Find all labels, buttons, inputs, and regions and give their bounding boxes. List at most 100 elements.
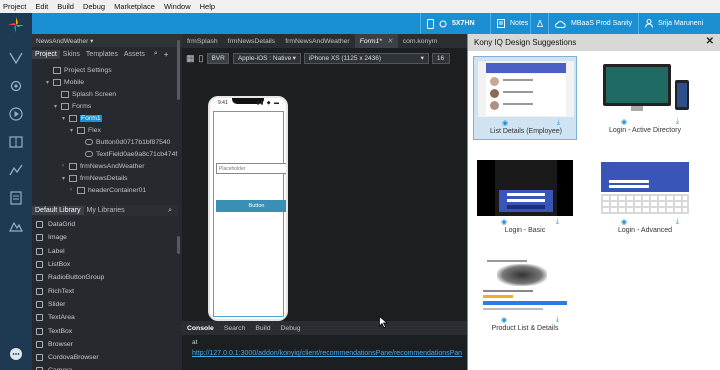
chat-icon[interactable]: [9, 347, 23, 361]
notes-button[interactable]: Notes: [490, 13, 530, 34]
tree-caret-icon[interactable]: ▾: [70, 127, 77, 134]
tree-caret-icon[interactable]: ▾: [62, 115, 69, 122]
tab-skins[interactable]: Skins: [60, 50, 83, 59]
close-tab-icon[interactable]: ✕: [387, 37, 393, 45]
console-link[interactable]: http://127.0.0.1:3000/addon/konyiq/clien…: [192, 350, 462, 357]
canvas-textfield[interactable]: Placeholder: [216, 163, 286, 174]
tab-search[interactable]: Search: [219, 325, 251, 332]
library-widget-item[interactable]: TextBox: [32, 324, 176, 337]
project-selector[interactable]: NewsAndWeather ▾: [32, 34, 182, 47]
tree-caret-icon[interactable]: ▾: [62, 175, 69, 182]
analytics-icon[interactable]: [9, 163, 23, 177]
preview-eye-icon[interactable]: ◉: [502, 119, 508, 127]
zoom-select[interactable]: 16: [431, 52, 450, 64]
device-connect-button[interactable]: 5X7HN: [420, 13, 490, 34]
tab-assets[interactable]: Assets: [121, 50, 148, 59]
tree-item[interactable]: Splash Screen: [32, 88, 178, 100]
tree-item[interactable]: ▾ Forms: [32, 100, 178, 112]
canvas-button[interactable]: Button: [216, 200, 286, 212]
environment-selector[interactable]: MBaaS Prod Sanity: [548, 13, 638, 34]
mountain-icon[interactable]: [9, 219, 23, 233]
layout-split-icon[interactable]: [9, 135, 23, 149]
library-widget-item[interactable]: DataGrid: [32, 218, 176, 231]
add-icon[interactable]: +: [164, 50, 169, 59]
tree-item[interactable]: Project Settings: [32, 64, 178, 76]
menu-help[interactable]: Help: [200, 2, 215, 11]
tree-caret-icon[interactable]: ▾: [46, 79, 53, 86]
close-icon[interactable]: ✕: [706, 36, 714, 47]
library-widget-item[interactable]: Browser: [32, 338, 176, 351]
preview-eye-icon[interactable]: ◉: [501, 218, 507, 226]
library-widget-item[interactable]: ListBox: [32, 258, 176, 271]
document-icon[interactable]: [9, 191, 23, 205]
bvr-button[interactable]: BVR: [207, 52, 229, 64]
platform-select[interactable]: Apple-iOS : Native ▾: [232, 52, 301, 64]
project-tree: Project Settings ▾ Mobile Splash Screen ▾ For…: [32, 64, 178, 196]
tab-debug[interactable]: Debug: [276, 325, 306, 332]
suggestion-card-login-advanced[interactable]: ◉ ⤓ Login - Advanced: [593, 156, 697, 240]
marketplace-button[interactable]: [530, 13, 548, 34]
tab-console[interactable]: Console: [182, 325, 219, 332]
library-widget-item[interactable]: Slider: [32, 298, 176, 311]
library-search-icon[interactable]: ⌕: [168, 207, 172, 215]
play-icon[interactable]: [9, 107, 23, 121]
suggestion-card-product-list[interactable]: ◉ ⤓ Product List & Details: [473, 254, 577, 338]
menu-window[interactable]: Window: [164, 2, 191, 11]
menu-edit[interactable]: Edit: [35, 2, 48, 11]
document-tab[interactable]: frmNewsAndWeather: [280, 34, 354, 48]
library-widget-item[interactable]: Image: [32, 231, 176, 244]
library-widget-item[interactable]: RichText: [32, 284, 176, 297]
download-icon[interactable]: ⤓: [556, 316, 559, 324]
document-tab[interactable]: com.konym: [398, 34, 443, 48]
library-widget-item[interactable]: TextArea: [32, 311, 176, 324]
tree-caret-icon[interactable]: ▾: [54, 103, 61, 110]
tree-item[interactable]: ▾ frmNewsDetails: [32, 172, 178, 184]
menu-build[interactable]: Build: [57, 2, 74, 11]
tree-item[interactable]: › headerContainer01: [32, 184, 178, 196]
tree-item[interactable]: TextField0ae9a8c71cb474f: [32, 148, 178, 160]
tree-scrollbar[interactable]: [177, 40, 180, 100]
device-select[interactable]: iPhone XS (1125 x 2436) ▾: [303, 52, 429, 64]
preview-eye-icon[interactable]: ◉: [621, 218, 627, 226]
library-widget-item[interactable]: Camera: [32, 364, 176, 370]
user-menu[interactable]: Srija Maruneni: [638, 13, 720, 34]
document-tab[interactable]: frmNewsDetails: [223, 34, 281, 48]
download-icon[interactable]: ⤓: [676, 118, 679, 126]
device-icon[interactable]: ▯: [199, 53, 204, 64]
download-icon[interactable]: ⤓: [676, 218, 679, 226]
library-widget-item[interactable]: Label: [32, 245, 176, 258]
document-tab[interactable]: frmSplash: [182, 34, 223, 48]
tab-project[interactable]: Project: [32, 49, 60, 59]
suggestion-card-login-basic[interactable]: ◉ ⤓ Login - Basic: [473, 156, 577, 240]
form-canvas[interactable]: [213, 111, 284, 317]
tree-caret-icon[interactable]: ›: [62, 163, 69, 169]
tree-item[interactable]: Button0d0717b1bf87540: [32, 136, 178, 148]
tab-templates[interactable]: Templates: [83, 50, 121, 59]
library-widget-item[interactable]: CordovaBrowser: [32, 351, 176, 364]
tree-caret-icon[interactable]: ›: [70, 187, 77, 193]
search-icon[interactable]: ⌕: [154, 50, 158, 58]
library-scrollbar[interactable]: [177, 236, 180, 254]
tree-item[interactable]: ▾ Flex: [32, 124, 178, 136]
grid-icon[interactable]: ▦: [186, 53, 195, 64]
settings-gear-icon[interactable]: [9, 79, 23, 93]
tab-my-libraries[interactable]: My Libraries: [84, 206, 128, 215]
download-icon[interactable]: ⤓: [557, 119, 560, 127]
suggestion-card-login-active-directory[interactable]: ◉ ⤓ Login - Active Directory: [593, 56, 697, 140]
tree-item[interactable]: ▾ Form1: [32, 112, 178, 124]
tab-build[interactable]: Build: [250, 325, 275, 332]
preview-eye-icon[interactable]: ◉: [621, 118, 627, 126]
preview-eye-icon[interactable]: ◉: [501, 316, 507, 324]
visualizer-icon[interactable]: [9, 51, 23, 65]
download-icon[interactable]: ⤓: [556, 218, 559, 226]
menu-project[interactable]: Project: [3, 2, 26, 11]
library-widget-item[interactable]: RadioButtonGroup: [32, 271, 176, 284]
tree-item-label: Project Settings: [64, 66, 112, 74]
menu-marketplace[interactable]: Marketplace: [114, 2, 155, 11]
menu-debug[interactable]: Debug: [83, 2, 105, 11]
document-tab[interactable]: Form1* ✕: [354, 34, 398, 48]
suggestion-card-list-details[interactable]: ◉ ⤓ List Details (Employee): [473, 56, 577, 140]
tree-item[interactable]: ▾ Mobile: [32, 76, 178, 88]
tab-default-library[interactable]: Default Library: [32, 206, 84, 215]
tree-item[interactable]: › frmNewsAndWeather: [32, 160, 178, 172]
